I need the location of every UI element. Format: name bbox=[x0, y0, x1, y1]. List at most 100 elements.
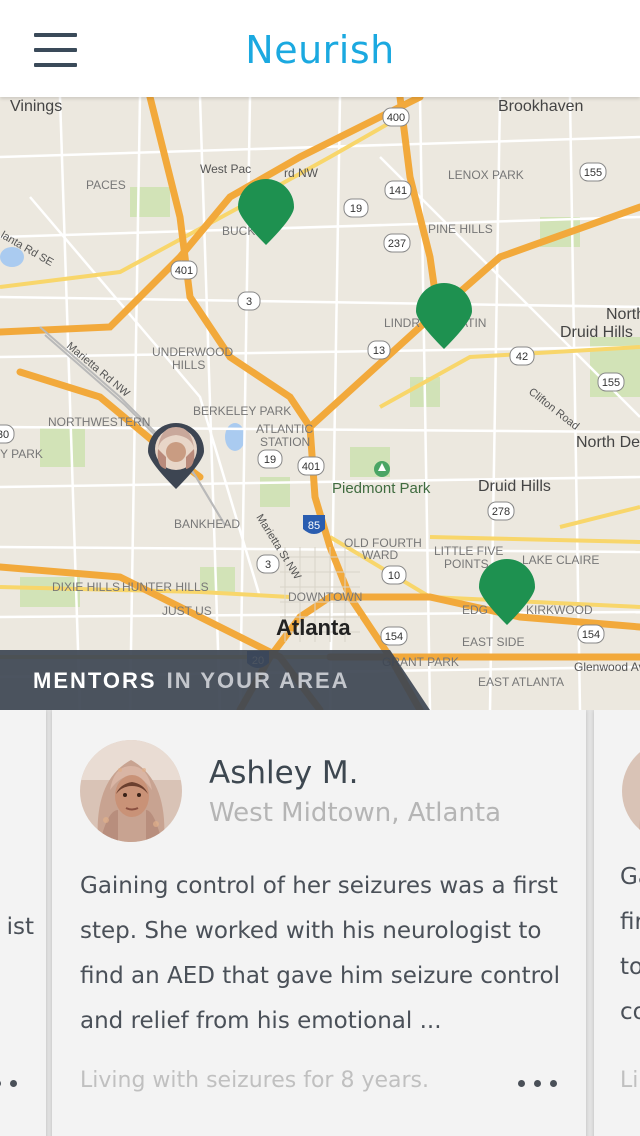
mentor-card-next-footer: Li bbox=[620, 1068, 639, 1093]
map-label-lake-claire: LAKE CLAIRE bbox=[522, 553, 599, 567]
map-label-underwood-2: HILLS bbox=[172, 358, 205, 372]
map-label-berkeley-park: BERKELEY PARK bbox=[193, 404, 291, 418]
mentor-cards-carousel[interactable]: ist Ashley M. West Midtown, Atlanta Gain… bbox=[0, 710, 640, 1136]
map-label-west-paces-2: rd NW bbox=[284, 166, 319, 180]
map-label-lenox-park: LENOX PARK bbox=[448, 168, 524, 182]
map-label-druid-hills: Druid Hills bbox=[478, 478, 551, 495]
app-header: Neurish bbox=[0, 0, 640, 97]
map-label-dixie-hills: DIXIE HILLS bbox=[52, 580, 120, 594]
map-label-park: Y PARK bbox=[0, 447, 43, 461]
more-options-icon[interactable] bbox=[518, 1074, 560, 1092]
map-label-downtown: DOWNTOWN bbox=[288, 590, 362, 604]
mentor-experience: Living with seizures for 8 years. bbox=[80, 1068, 429, 1093]
banner-title-strong: MENTORS bbox=[33, 668, 157, 693]
map-label-east-side: EAST SIDE bbox=[462, 635, 524, 649]
map-label-north: North bbox=[606, 306, 640, 323]
svg-text:13: 13 bbox=[373, 345, 385, 357]
svg-text:155: 155 bbox=[584, 167, 602, 179]
map-label-kirkwood: KIRKWOOD bbox=[526, 603, 593, 617]
avatar-image-icon bbox=[622, 740, 640, 842]
map-label-just-us: JUST US bbox=[162, 604, 212, 618]
map-label-lindr: LINDR bbox=[384, 316, 420, 330]
svg-text:155: 155 bbox=[602, 377, 620, 389]
app-title: Neurish bbox=[245, 28, 395, 72]
map-canvas: Vinings Brookhaven PACES LENOX PARK West… bbox=[0, 97, 640, 710]
shield-42: 42 bbox=[509, 346, 535, 366]
avatar-image-icon bbox=[80, 740, 182, 842]
mentor-bio: Gaining control of her seizures was a fi… bbox=[80, 873, 561, 1034]
shield-19-mid: 19 bbox=[257, 449, 283, 469]
map-label-bankhead: BANKHEAD bbox=[174, 517, 240, 531]
map-label-old-fourth-2: WARD bbox=[362, 548, 399, 562]
mentor-card-previous[interactable]: ist bbox=[0, 710, 46, 1136]
svg-text:141: 141 bbox=[389, 185, 407, 197]
mentor-name: Ashley M. bbox=[209, 755, 359, 791]
mentor-avatar bbox=[80, 740, 182, 842]
map-label-north-decatur: North De bbox=[576, 434, 640, 451]
map-label-edg: EDG bbox=[462, 603, 488, 617]
map-label-northwestern: NORTHWESTERN bbox=[48, 415, 150, 429]
svg-text:30: 30 bbox=[0, 429, 9, 441]
shield-237: 237 bbox=[383, 233, 411, 253]
map-label-little-five: LITTLE FIVE bbox=[434, 544, 503, 558]
mentor-card-next-text: co bbox=[620, 999, 640, 1025]
svg-text:10: 10 bbox=[388, 570, 400, 582]
shield-19-north: 19 bbox=[343, 198, 369, 218]
map-label-little-five-2: POINTS bbox=[444, 557, 489, 571]
shield-3-south: 3 bbox=[256, 554, 280, 574]
svg-text:400: 400 bbox=[387, 112, 405, 124]
map-label-west-paces: West Pac bbox=[200, 162, 251, 176]
shield-3-north: 3 bbox=[237, 291, 261, 311]
park-marker-icon bbox=[374, 461, 390, 477]
shield-30: 30 bbox=[0, 424, 15, 444]
svg-text:3: 3 bbox=[265, 559, 271, 571]
more-options-icon[interactable] bbox=[0, 1074, 20, 1092]
shield-401-mid: 401 bbox=[297, 456, 325, 476]
mentor-card[interactable]: Ashley M. West Midtown, Atlanta Gaining … bbox=[52, 710, 586, 1136]
map-view[interactable]: Vinings Brookhaven PACES LENOX PARK West… bbox=[0, 97, 640, 710]
shield-85: 85 bbox=[303, 515, 325, 534]
svg-text:3: 3 bbox=[246, 296, 252, 308]
shield-141: 141 bbox=[384, 180, 412, 200]
mentor-card-next-text: fir bbox=[620, 909, 640, 935]
mentor-location: West Midtown, Atlanta bbox=[209, 798, 502, 828]
mentor-avatar bbox=[622, 740, 640, 842]
svg-text:19: 19 bbox=[350, 203, 362, 215]
svg-text:154: 154 bbox=[582, 629, 600, 641]
svg-text:85: 85 bbox=[308, 520, 320, 532]
svg-text:401: 401 bbox=[175, 265, 193, 277]
map-label-atlanta: Atlanta bbox=[276, 615, 351, 640]
shield-154-left: 154 bbox=[380, 626, 408, 646]
mentor-card-next-text: to bbox=[620, 954, 640, 980]
map-label-atlantic-station-2: STATION bbox=[260, 435, 310, 449]
mentors-banner: MENTORS IN YOUR AREA bbox=[0, 650, 640, 710]
banner-title: MENTORS IN YOUR AREA bbox=[33, 668, 350, 694]
mentor-card-next[interactable]: Ga fir to co Li bbox=[594, 710, 640, 1136]
mentor-card-next-text: Ga bbox=[620, 864, 640, 890]
shield-155-top: 155 bbox=[579, 162, 607, 182]
svg-text:237: 237 bbox=[388, 238, 406, 250]
svg-text:19: 19 bbox=[264, 454, 276, 466]
banner-title-light: IN YOUR AREA bbox=[166, 668, 350, 693]
shield-13: 13 bbox=[367, 340, 391, 360]
shield-278: 278 bbox=[487, 501, 515, 521]
map-label-paces: PACES bbox=[86, 178, 126, 192]
map-label-hunter-hills: HUNTER HILLS bbox=[122, 580, 209, 594]
shield-400: 400 bbox=[382, 107, 410, 127]
shield-154-right: 154 bbox=[577, 624, 605, 644]
map-label-piedmont-park: Piedmont Park bbox=[332, 480, 431, 497]
map-label-vinings: Vinings bbox=[10, 98, 62, 115]
mentor-card-previous-text: ist bbox=[6, 914, 34, 940]
svg-text:154: 154 bbox=[385, 631, 403, 643]
map-label-underwood: UNDERWOOD bbox=[152, 345, 233, 359]
shield-155-mid: 155 bbox=[597, 372, 625, 392]
svg-text:42: 42 bbox=[516, 351, 528, 363]
map-label-brookhaven: Brookhaven bbox=[498, 98, 583, 115]
map-label-atlantic-station: ATLANTIC bbox=[256, 422, 313, 436]
shield-401-north: 401 bbox=[170, 260, 198, 280]
svg-text:278: 278 bbox=[492, 506, 510, 518]
svg-text:401: 401 bbox=[302, 461, 320, 473]
map-label-pine-hills: PINE HILLS bbox=[428, 222, 493, 236]
shield-10: 10 bbox=[381, 565, 407, 585]
map-label-druid-hills-north: Druid Hills bbox=[560, 324, 633, 341]
